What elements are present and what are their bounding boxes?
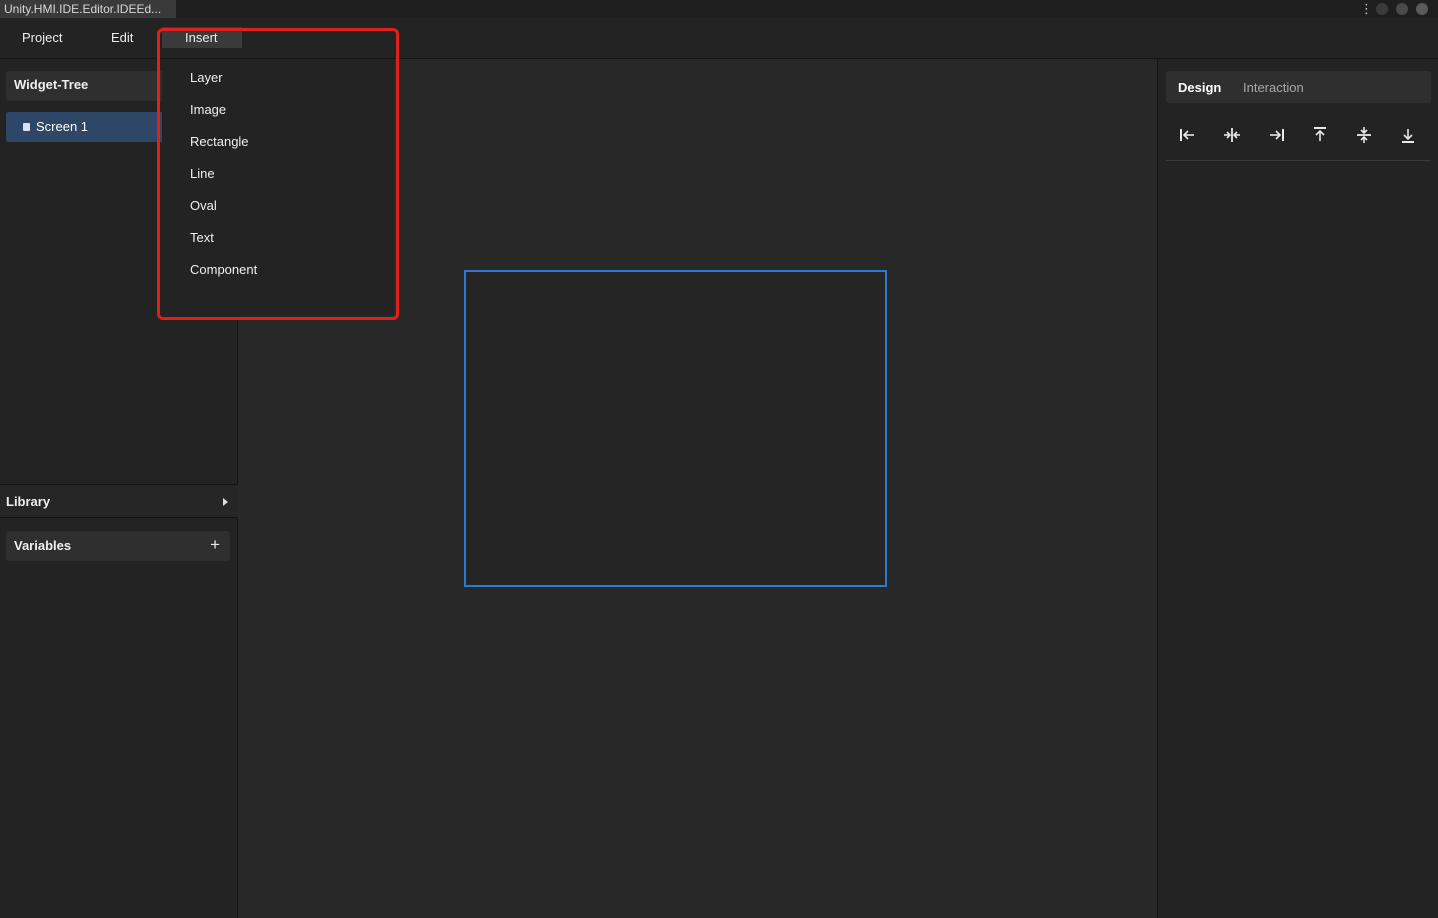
- menu-edit[interactable]: Edit: [111, 30, 133, 45]
- align-right-icon[interactable]: [1266, 125, 1286, 145]
- screen-frame[interactable]: [464, 270, 887, 587]
- menu-bar: Project Edit Insert: [0, 18, 1438, 59]
- more-options-icon[interactable]: ⋮: [1360, 2, 1373, 16]
- variables-section[interactable]: Variables +: [6, 531, 230, 561]
- expand-arrow-icon[interactable]: [223, 498, 228, 506]
- menu-item-oval[interactable]: Oval: [190, 198, 217, 213]
- window-controls: ⋮: [1360, 0, 1428, 18]
- tab-interaction[interactable]: Interaction: [1243, 80, 1304, 95]
- window-title-bar: Unity.HMI.IDE.Editor.IDEEd... ⋮: [0, 0, 1438, 18]
- insert-dropdown-menu: Layer Image Rectangle Line Oval Text Com…: [162, 59, 394, 316]
- align-top-icon[interactable]: [1310, 125, 1330, 145]
- right-panel: Design Interaction: [1157, 59, 1438, 918]
- menu-item-text[interactable]: Text: [190, 230, 214, 245]
- align-vertical-center-icon[interactable]: [1354, 125, 1374, 145]
- variables-label: Variables: [14, 538, 72, 553]
- close-button[interactable]: [1416, 3, 1428, 15]
- align-bottom-icon[interactable]: [1398, 125, 1418, 145]
- alignment-toolbar: [1166, 117, 1431, 161]
- menu-project[interactable]: Project: [22, 30, 62, 45]
- menu-item-layer[interactable]: Layer: [190, 70, 223, 85]
- tree-item-label: Screen 1: [36, 119, 89, 134]
- tab-design[interactable]: Design: [1178, 80, 1221, 95]
- add-variable-icon[interactable]: +: [210, 535, 220, 555]
- menu-item-rectangle[interactable]: Rectangle: [190, 134, 249, 149]
- menu-item-line[interactable]: Line: [190, 166, 215, 181]
- maximize-button[interactable]: [1396, 3, 1408, 15]
- align-left-icon[interactable]: [1178, 125, 1198, 145]
- align-horizontal-center-icon[interactable]: [1222, 125, 1242, 145]
- inspector-tabs: Design Interaction: [1166, 71, 1431, 103]
- screen-icon: [23, 123, 30, 131]
- library-label: Library: [6, 494, 51, 509]
- library-section[interactable]: Library: [0, 484, 238, 518]
- window-title[interactable]: Unity.HMI.IDE.Editor.IDEEd...: [0, 0, 176, 18]
- minimize-button[interactable]: [1376, 3, 1388, 15]
- menu-item-component[interactable]: Component: [190, 262, 257, 277]
- menu-item-image[interactable]: Image: [190, 102, 226, 117]
- menu-insert[interactable]: Insert: [162, 27, 242, 48]
- tree-item-screen-1[interactable]: Screen 1: [6, 112, 186, 142]
